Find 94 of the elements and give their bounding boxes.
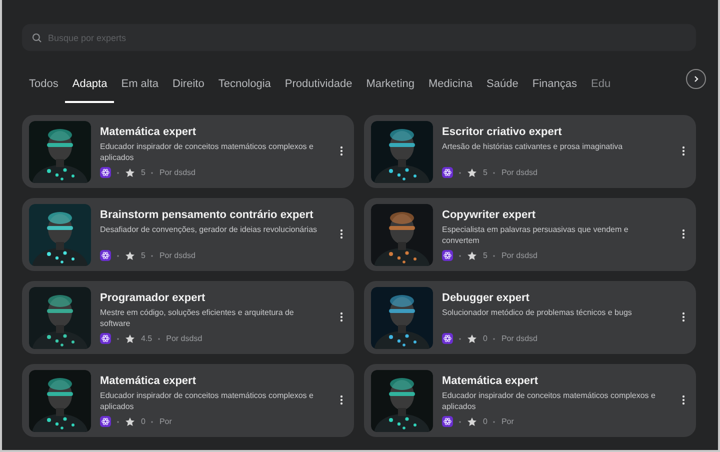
separator-dot-icon xyxy=(158,338,160,340)
kebab-menu-icon xyxy=(682,146,685,156)
kebab-menu-icon xyxy=(340,146,343,156)
expert-description: Artesão de histórias cativantes e prosa imaginativa xyxy=(442,142,624,152)
expert-card[interactable]: Copywriter expert Especialista em palavras persuasivas que vendem e convertem 5 Por dsdsd xyxy=(364,198,696,271)
separator-dot-icon xyxy=(151,254,154,256)
kebab-menu-icon xyxy=(682,312,685,322)
category-tab[interactable]: Finanças xyxy=(525,73,584,103)
atom-icon xyxy=(442,416,453,427)
separator-dot-icon xyxy=(151,172,154,174)
expert-card[interactable]: Matemática expert Educador inspirador de conceitos matemáticos complexos e aplicados 5 Por dsdsd xyxy=(22,115,354,188)
scroll-right-button[interactable] xyxy=(686,69,706,89)
separator-dot-icon xyxy=(459,338,461,340)
kebab-menu-icon xyxy=(340,229,343,240)
expert-title: Escritor criativo expert xyxy=(442,124,563,140)
kebab-menu-icon xyxy=(340,312,343,322)
category-tab[interactable]: Produtividade xyxy=(278,73,360,103)
chevron-right-icon xyxy=(692,75,700,83)
atom-icon xyxy=(442,167,453,178)
separator-dot-icon xyxy=(493,172,496,174)
rating-value: 5 xyxy=(483,250,488,262)
atom-icon xyxy=(100,416,111,427)
atom-icon xyxy=(100,250,111,261)
expert-description: Educador inspirador de conceitos matemáticos complexos e aplicados xyxy=(100,142,314,163)
expert-description: Mestre em código, soluções eficientes e arquitetura de software xyxy=(100,308,295,329)
expert-card[interactable]: Escritor criativo expert Artesão de histórias cativantes e prosa imaginativa 5 Por dsdsd xyxy=(364,115,696,188)
expert-description: Desafiador de convenções, gerador de ideias revolucionárias xyxy=(100,225,318,236)
author-label: Por dsdsd xyxy=(501,332,538,344)
rating-value: 5 xyxy=(141,166,146,178)
author-label: Por dsdsd xyxy=(159,250,196,262)
atom-icon xyxy=(442,333,453,344)
separator-dot-icon xyxy=(459,172,461,174)
author-label: Por xyxy=(501,416,514,428)
separator-dot-icon xyxy=(117,172,119,174)
expert-description: Especialista em palavras persuasivas que vendem e convertem xyxy=(442,225,630,246)
rating-value: 5 xyxy=(483,166,488,178)
expert-title: Debugger expert xyxy=(442,290,530,306)
star-icon xyxy=(125,250,135,260)
category-tab[interactable]: Todos xyxy=(22,73,66,103)
expert-title: Matemática expert xyxy=(100,374,197,388)
separator-dot-icon xyxy=(493,338,496,340)
author-label: Por xyxy=(159,416,172,428)
expert-card[interactable]: Matemática expert Educador inspirador de conceitos matemáticos complexos e aplicados 0 Por xyxy=(364,364,696,437)
kebab-menu-icon xyxy=(682,229,685,240)
expert-description: Educador inspirador de conceitos matemáticos complexos e aplicados xyxy=(100,391,314,412)
atom-icon xyxy=(100,167,111,178)
star-icon xyxy=(467,168,477,178)
rating-value: 0 xyxy=(483,416,488,428)
separator-dot-icon xyxy=(459,254,461,256)
category-tab[interactable]: Medicina xyxy=(422,73,480,103)
expert-title: Programador expert xyxy=(100,290,206,306)
star-icon xyxy=(467,250,477,260)
expert-card[interactable]: Brainstorm pensamento contrário expert Desafiador de convenções, gerador de ideias revolucionárias 5 Por dsdsd xyxy=(22,198,354,271)
expert-description: Solucionador metódico de problemas técnicos e bugs xyxy=(442,308,633,318)
expert-description: Educador inspirador de conceitos matemáticos complexos e aplicados xyxy=(442,391,656,412)
author-label: Por dsdsd xyxy=(501,166,538,178)
rating-value: 0 xyxy=(483,332,488,344)
category-tab[interactable]: Edu xyxy=(584,73,618,103)
expert-card[interactable]: Debugger expert Solucionador metódico de problemas técnicos e bugs 0 Por dsdsd xyxy=(364,281,696,354)
author-label: Por dsdsd xyxy=(166,332,202,344)
rating-value: 0 xyxy=(141,416,146,428)
star-icon xyxy=(125,168,135,178)
star-icon xyxy=(125,334,135,344)
separator-dot-icon xyxy=(117,254,119,256)
expert-title: Matemática expert xyxy=(442,374,539,388)
category-tab[interactable]: Marketing xyxy=(359,73,422,103)
kebab-menu-icon xyxy=(682,395,685,406)
kebab-menu-icon xyxy=(340,395,343,406)
atom-icon xyxy=(100,333,111,344)
star-icon xyxy=(467,334,477,344)
star-icon xyxy=(125,416,135,426)
expert-title: Brainstorm pensamento contrário expert xyxy=(100,208,314,222)
separator-dot-icon xyxy=(459,420,461,422)
separator-dot-icon xyxy=(117,420,119,422)
category-tab[interactable]: Tecnologia xyxy=(211,73,278,103)
separator-dot-icon xyxy=(151,420,154,422)
category-tab[interactable]: Direito xyxy=(166,73,212,103)
rating-value: 4.5 xyxy=(141,332,152,344)
expert-card[interactable]: Matemática expert Educador inspirador de conceitos matemáticos complexos e aplicados 0 Por xyxy=(22,364,354,437)
category-tab[interactable]: Adapta xyxy=(65,73,114,103)
search-icon xyxy=(32,33,42,43)
category-tab[interactable]: Saúde xyxy=(480,73,526,103)
separator-dot-icon xyxy=(117,338,119,340)
star-icon xyxy=(467,416,477,426)
author-label: Por dsdsd xyxy=(159,166,196,178)
atom-icon xyxy=(442,250,453,261)
separator-dot-icon xyxy=(493,254,496,256)
category-tab[interactable]: Em alta xyxy=(114,73,166,103)
expert-title: Matemática expert xyxy=(100,124,197,140)
separator-dot-icon xyxy=(493,420,496,422)
rating-value: 5 xyxy=(141,250,146,262)
expert-title: Copywriter expert xyxy=(442,208,537,222)
expert-card[interactable]: Programador expert Mestre em código, soluções eficientes e arquitetura de software 4.5 Por dsdsd xyxy=(22,281,354,354)
author-label: Por dsdsd xyxy=(501,250,538,262)
